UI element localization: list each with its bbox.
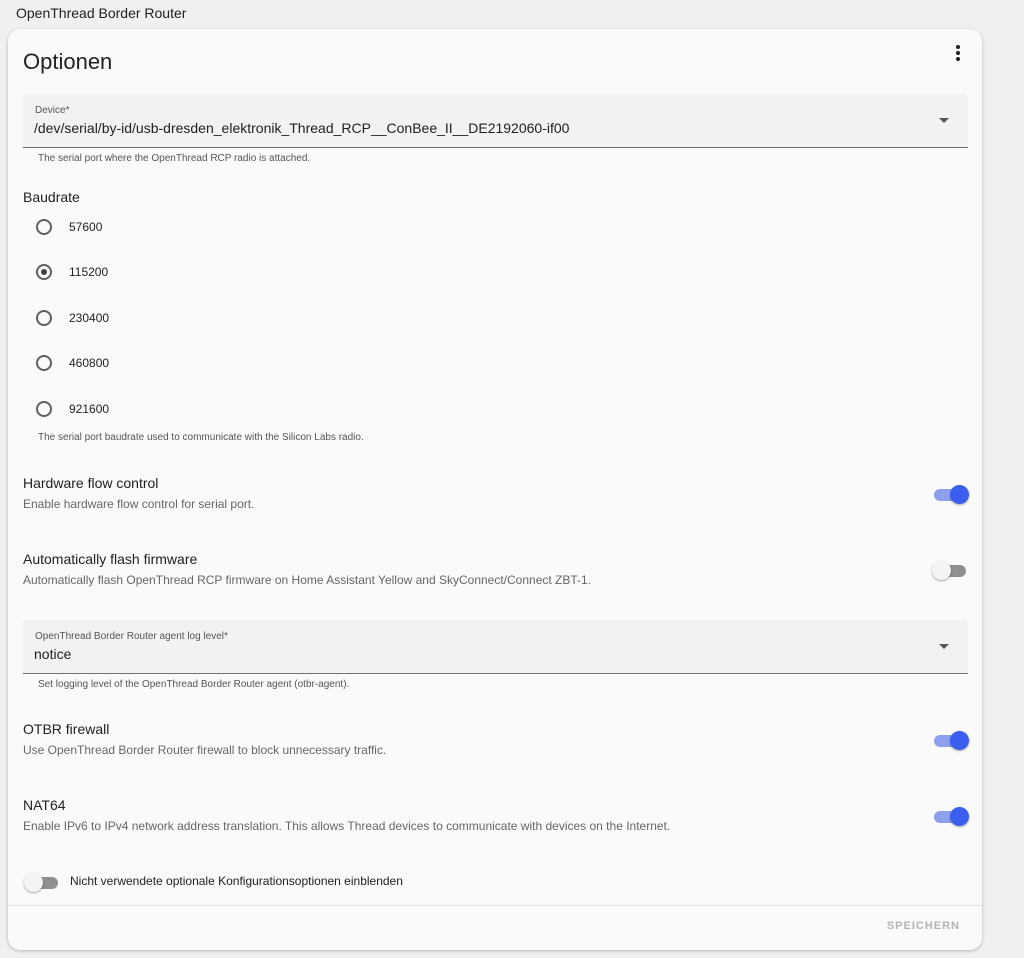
baudrate-helper-text: The serial port baudrate used to communi… [38,432,364,443]
baudrate-label: Baudrate [23,189,80,205]
device-helper-text: The serial port where the OpenThread RCP… [38,153,311,164]
baudrate-option-label: 115200 [69,265,109,279]
nat64-toggle[interactable] [932,806,969,826]
baudrate-option[interactable]: 115200 [36,261,108,283]
radio-button[interactable] [36,401,52,417]
dropdown-arrow-icon [939,644,949,649]
flow-control-title: Hardware flow control [23,475,159,491]
baudrate-option-label: 921600 [69,402,110,416]
radio-button[interactable] [36,219,52,235]
flow-control-description: Enable hardware flow control for serial … [23,497,255,511]
auto-flash-description: Automatically flash OpenThread RCP firmw… [23,573,592,587]
log-level-helper-text: Set logging level of the OpenThread Bord… [38,679,350,690]
firewall-description: Use OpenThread Border Router firewall to… [23,743,387,757]
auto-flash-title: Automatically flash firmware [23,551,198,567]
baudrate-option-label: 230400 [69,311,110,325]
show-unused-label: Nicht verwendete optionale Konfiguration… [70,874,403,888]
baudrate-option[interactable]: 230400 [36,307,109,329]
flow-control-row: Hardware flow control Enable hardware fl… [23,475,968,511]
card-title: Optionen [23,49,113,74]
save-button[interactable]: SPEICHERN [887,920,960,932]
nat64-description: Enable IPv6 to IPv4 network address tran… [23,819,671,833]
radio-button-selected[interactable] [36,264,52,280]
show-unused-toggle[interactable] [24,872,60,892]
baudrate-option[interactable]: 921600 [36,398,109,420]
device-select-label: Device* [35,105,70,116]
app-title: OpenThread Border Router [16,5,187,21]
baudrate-option-label: 460800 [69,356,110,370]
baudrate-option[interactable]: 460800 [36,352,109,374]
card-actions-divider [8,905,982,906]
dropdown-arrow-icon [939,118,949,123]
auto-flash-row: Automatically flash firmware Automatical… [23,551,968,587]
log-level-select-label: OpenThread Border Router agent log level… [35,631,228,642]
log-level-select-value: notice [34,646,72,662]
nat64-row: NAT64 Enable IPv6 to IPv4 network addres… [23,797,968,833]
firewall-row: OTBR firewall Use OpenThread Border Rout… [23,721,968,757]
auto-flash-toggle[interactable] [932,560,968,580]
options-card: Optionen Device* /dev/serial/by-id/usb-d… [8,29,982,950]
radio-button[interactable] [36,355,52,371]
device-select-value: /dev/serial/by-id/usb-dresden_elektronik… [34,120,570,136]
device-select[interactable]: Device* /dev/serial/by-id/usb-dresden_el… [23,94,968,148]
log-level-select[interactable]: OpenThread Border Router agent log level… [23,620,968,674]
baudrate-option-label: 57600 [69,220,103,234]
firewall-toggle[interactable] [932,730,969,750]
flow-control-toggle[interactable] [932,484,969,504]
firewall-title: OTBR firewall [23,721,110,737]
baudrate-option[interactable]: 57600 [36,216,102,238]
nat64-title: NAT64 [23,797,66,813]
radio-button[interactable] [36,310,52,326]
more-options-icon[interactable] [952,43,964,63]
